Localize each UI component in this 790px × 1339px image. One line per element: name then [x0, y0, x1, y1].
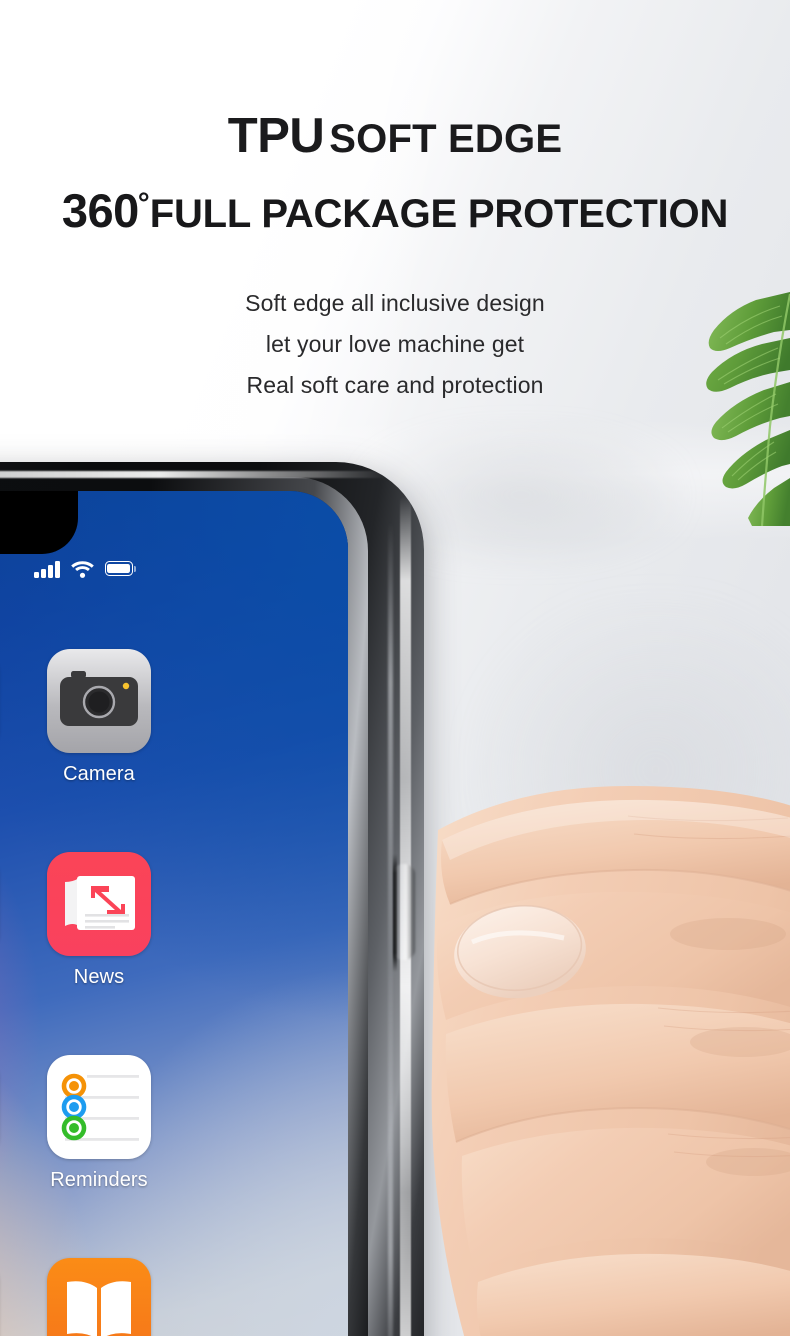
- app-label: Camera: [63, 763, 135, 785]
- degree-symbol: °: [137, 187, 150, 220]
- app-cell-ibooks[interactable]: iBooks: [23, 1258, 175, 1339]
- headline-secondary-number: 360: [61, 184, 139, 237]
- app-cell-spacer-row2: [175, 852, 327, 989]
- subtitle-line-2: let your love machine get: [265, 331, 525, 357]
- case-top-rim-highlight: [0, 471, 388, 478]
- product-banner: TPU SOFT EDGE 360°FULL PACKAGE PROTECTION…: [0, 0, 790, 1339]
- subtitle-line-1: Soft edge all inclusive design: [245, 290, 545, 316]
- subtitle-line-3: Real soft care and protection: [246, 372, 544, 398]
- backdrop-blur-shape-2: [474, 600, 790, 940]
- headline-primary: TPU SOFT EDGE: [0, 112, 790, 161]
- app-grid: Photos Camera: [0, 649, 348, 1339]
- app-label: Reminders: [50, 1169, 148, 1191]
- status-bar: [34, 561, 137, 578]
- headline-primary-strong: TPU: [227, 109, 325, 163]
- app-cell-spacer-row1: [175, 649, 327, 786]
- headline-group: TPU SOFT EDGE 360°FULL PACKAGE PROTECTION: [0, 112, 790, 235]
- headline-primary-rest: SOFT EDGE: [329, 117, 563, 161]
- signal-bars-icon: [34, 561, 60, 578]
- ibooks-icon[interactable]: [47, 1258, 151, 1339]
- app-cell-photos[interactable]: Photos: [0, 649, 23, 786]
- headline-secondary: 360°FULL PACKAGE PROTECTION: [0, 187, 790, 234]
- phone-with-tpu-case: Photos Camera: [0, 462, 424, 1339]
- app-label: News: [73, 966, 125, 988]
- app-cell-spacer-row3: [175, 1055, 327, 1192]
- volume-button[interactable]: [393, 864, 415, 960]
- app-cell-reminders[interactable]: Reminders: [23, 1055, 175, 1192]
- app-cell-stocks[interactable]: Stocks: [0, 1055, 23, 1192]
- app-cell-camera[interactable]: Camera: [23, 649, 175, 786]
- app-cell-news[interactable]: News: [23, 852, 175, 989]
- wifi-icon: [70, 561, 94, 578]
- phone-screen: Photos Camera: [0, 491, 348, 1339]
- news-icon[interactable]: [47, 852, 151, 956]
- battery-icon: [104, 561, 137, 578]
- camera-icon[interactable]: [47, 649, 151, 753]
- app-cell-itunes-store[interactable]: iTunes Store: [0, 1258, 23, 1339]
- display-notch: [0, 491, 78, 554]
- subtitle-group: Soft edge all inclusive design let your …: [0, 283, 790, 406]
- reminders-icon[interactable]: [47, 1055, 151, 1159]
- headline-secondary-rest: FULL PACKAGE PROTECTION: [149, 192, 729, 236]
- app-cell-weather[interactable]: Weather: [0, 852, 23, 989]
